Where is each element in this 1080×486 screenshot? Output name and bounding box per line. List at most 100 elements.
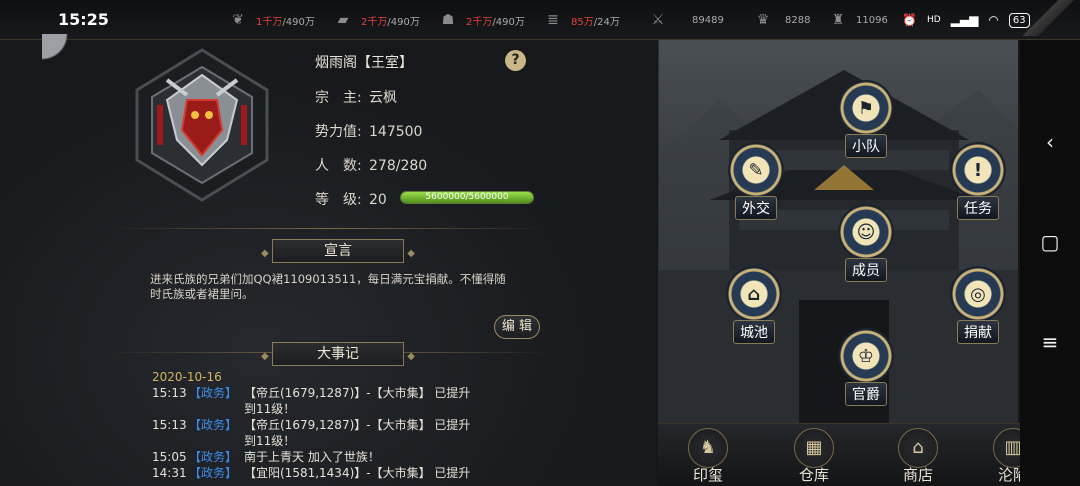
event-body: 【宜阳(1581,1434)】-【大市集】 已提升: [244, 466, 471, 480]
resource-wood[interactable]: ▰ 2千万/490万: [333, 10, 420, 30]
level-value: 20: [369, 192, 387, 208]
event-tag: 【政务】: [189, 386, 238, 400]
top-resource-bar: 15:25 ❦ 1千万/490万 ▰ 2千万/490万 ☗ 2千万/490万 ≣…: [0, 0, 1080, 40]
event-line: 到11级！: [244, 434, 296, 448]
signal-icon: ▂▄▆: [950, 13, 979, 27]
city-icon: ⌂: [726, 266, 782, 322]
titles-label: 官爵: [845, 382, 887, 406]
level-row: 等 级: 20: [315, 189, 387, 209]
titles-button[interactable]: ♔ 官爵: [835, 328, 897, 406]
iron-icon: ≣: [547, 12, 559, 28]
event-body: 【帝丘(1679,1287)】-【大市集】 已提升 到11级！: [244, 385, 494, 417]
sword-icon: ⚔: [651, 12, 665, 28]
clan-menu-panel: ⚑ 小队 ✎ 外交 ! 任务 ☺ 成员 ⌂ 城池 ◎ 捐献 ♔ 官爵: [658, 40, 1018, 486]
list-item: 15:05 【政务】 南于上青天 加入了世族！: [152, 449, 572, 465]
tasks-button[interactable]: ! 任务: [947, 142, 1009, 220]
power-value: 147500: [369, 124, 423, 140]
resource-wood-value: 2千万: [361, 16, 388, 28]
exp-bar: 5600000/5600000: [400, 191, 534, 204]
resource-iron[interactable]: ≣ 85万/24万: [543, 10, 620, 30]
resource-troops-value: 89489: [692, 14, 724, 26]
event-tag: 【政务】: [189, 418, 238, 432]
alarm-icon: ⏰: [902, 13, 917, 27]
seal-button[interactable]: ♞ 印玺: [673, 428, 743, 485]
warehouse-label: 仓库: [798, 466, 829, 484]
resource-troops[interactable]: ⚔ 89489: [648, 10, 724, 30]
clock: 15:25: [58, 10, 109, 29]
resource-gold[interactable]: ♛ 8288: [753, 10, 811, 30]
power-label: 势力值:: [315, 124, 362, 140]
resource-iron-max: /24万: [593, 16, 620, 28]
list-item: 14:31 【政务】 【宜阳(1581,1434)】-【大市集】 已提升: [152, 465, 572, 481]
event-body: 【帝丘(1679,1287)】-【大市集】 已提升 到11级！: [244, 417, 494, 449]
event-line: 【帝丘(1679,1287)】-【大市集】 已提升: [244, 418, 471, 432]
resource-silver-value: 11096: [856, 14, 888, 26]
help-icon[interactable]: ?: [505, 50, 526, 71]
resource-stone-value: 2千万: [466, 16, 493, 28]
donate-label: 捐献: [957, 320, 999, 344]
wood-icon: ▰: [337, 12, 349, 28]
bottom-menu-bar: ♞ 印玺 ▦ 仓库 ⌂ 商店 ▥ 沦陷: [658, 423, 1038, 486]
members-label: 成员: [845, 258, 887, 282]
shop-icon: ⌂: [898, 428, 938, 468]
wifi-icon: ◠: [988, 13, 999, 27]
back-button[interactable]: [42, 34, 82, 76]
official-hat-icon: ♔: [838, 328, 894, 384]
events-list: 2020-10-16 15:13 【政务】 【帝丘(1679,1287)】-【大…: [152, 369, 572, 481]
clan-info-panel: 烟雨阁【王室】 ? 宗 主: 云枫 势力值: 147500 人 数: 278/280 …: [0, 34, 655, 486]
members-row: 人 数: 278/280: [315, 155, 427, 175]
squad-label: 小队: [845, 134, 887, 158]
resource-silver[interactable]: ♜ 11096: [828, 10, 888, 30]
corner-ornament: [1010, 0, 1080, 36]
event-body: 南于上青天 加入了世族！: [244, 450, 380, 464]
event-line: 【帝丘(1679,1287)】-【大市集】 已提升: [244, 386, 471, 400]
diplomacy-button[interactable]: ✎ 外交: [725, 142, 787, 220]
resource-wood-max: /490万: [387, 16, 420, 28]
members-value: 278/280: [369, 158, 428, 174]
menu-nav-icon[interactable]: ≡: [1020, 330, 1080, 354]
squad-button[interactable]: ⚑ 小队: [835, 80, 897, 158]
divider: [110, 228, 550, 229]
leader-row: 宗 主: 云枫: [315, 87, 397, 107]
hd-label: HD: [926, 15, 941, 25]
event-tag: 【政务】: [189, 450, 238, 464]
tasks-label: 任务: [957, 196, 999, 220]
resource-stone[interactable]: ☗ 2千万/490万: [438, 10, 525, 30]
warehouse-button[interactable]: ▦ 仓库: [779, 428, 849, 485]
shop-button[interactable]: ⌂ 商店: [883, 428, 953, 485]
donate-button[interactable]: ◎ 捐献: [947, 266, 1009, 344]
members-label: 人 数:: [315, 158, 362, 174]
resource-iron-value: 85万: [571, 16, 594, 28]
leader-value: 云枫: [369, 90, 397, 106]
list-item: 15:13 【政务】 【帝丘(1679,1287)】-【大市集】 已提升 到11级…: [152, 385, 572, 417]
declaration-text: 进来氏族的兄弟们加QQ裙1109013511，每日满元宝捐献。不懂得随时氏族或者…: [150, 272, 506, 301]
power-row: 势力值: 147500: [315, 121, 422, 141]
event-time: 15:13: [152, 386, 187, 400]
diplomacy-label: 外交: [735, 196, 777, 220]
leader-label: 宗 主:: [315, 90, 362, 106]
members-button[interactable]: ☺ 成员: [835, 204, 897, 282]
home-nav-icon[interactable]: ▢: [1020, 230, 1080, 254]
resource-gold-value: 8288: [785, 14, 811, 26]
event-time: 15:13: [152, 418, 187, 432]
system-nav-rail: ‹ ▢ ≡: [1020, 40, 1080, 486]
shop-label: 商店: [902, 466, 933, 484]
scroll-icon: ✎: [728, 142, 784, 198]
seal-label: 印玺: [692, 466, 723, 484]
list-item: 15:13 【政务】 【帝丘(1679,1287)】-【大市集】 已提升 到11级…: [152, 417, 572, 449]
clan-name: 烟雨阁【王室】: [315, 55, 413, 71]
silver-icon: ♜: [831, 12, 845, 28]
event-time: 14:31: [152, 466, 187, 480]
cities-label: 城池: [733, 320, 775, 344]
stone-icon: ☗: [441, 12, 455, 28]
resource-food[interactable]: ❦ 1千万/490万: [228, 10, 315, 30]
wheat-icon: ❦: [232, 12, 244, 28]
edit-button[interactable]: 编 辑: [494, 315, 540, 339]
flag-icon: ⚑: [838, 80, 894, 136]
event-time: 15:05: [152, 450, 187, 464]
cities-button[interactable]: ⌂ 城池: [723, 266, 785, 344]
ingot-icon: ♛: [756, 12, 770, 28]
back-nav-icon[interactable]: ‹: [1020, 130, 1080, 154]
level-label: 等 级:: [315, 192, 362, 208]
event-line: 到11级！: [244, 402, 296, 416]
